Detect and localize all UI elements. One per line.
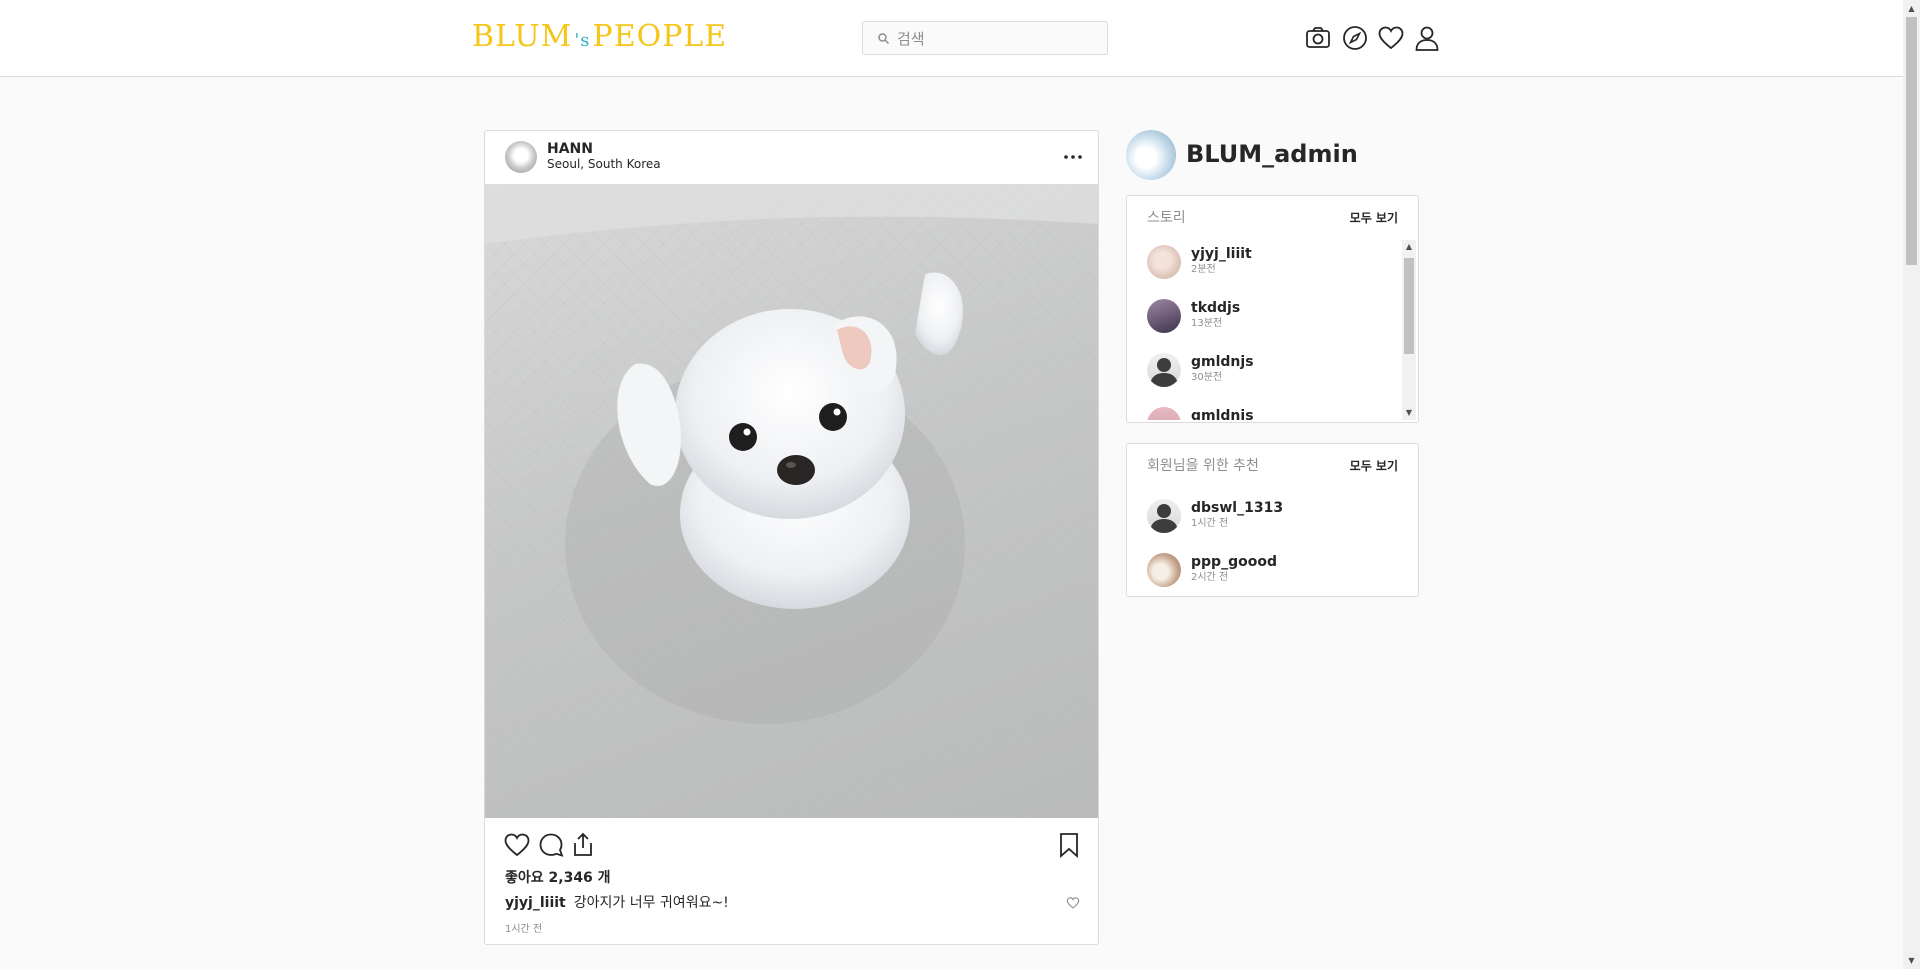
recommend-username: dbswl_1313 bbox=[1191, 500, 1284, 516]
story-avatar bbox=[1147, 299, 1181, 333]
post-author[interactable]: HANN bbox=[547, 141, 593, 157]
story-item[interactable]: yjyj_liiit 2분전 bbox=[1147, 242, 1397, 282]
recommend-username: ppp_goood bbox=[1191, 554, 1277, 570]
bookmark-icon[interactable] bbox=[1055, 831, 1083, 859]
my-avatar[interactable] bbox=[1126, 130, 1176, 180]
logo[interactable]: BLUM'sPEOPLE bbox=[472, 17, 727, 61]
story-avatar bbox=[1147, 407, 1181, 420]
post-time: 1시간 전 bbox=[505, 924, 543, 935]
story-username: tkddjs bbox=[1191, 300, 1241, 316]
story-item[interactable]: gmldnjs 30분전 bbox=[1147, 350, 1397, 390]
story-avatar bbox=[1147, 245, 1181, 279]
recommend-item[interactable]: dbswl_1313 1시간 전 bbox=[1147, 496, 1397, 536]
page-scrollbar[interactable]: ▲ ▼ bbox=[1903, 0, 1920, 969]
story-time: 2분전 bbox=[1191, 264, 1216, 275]
recommend-item[interactable]: ppp_goood 2시간 전 bbox=[1147, 550, 1397, 590]
recommend-avatar bbox=[1147, 553, 1181, 587]
heart-icon[interactable] bbox=[1377, 24, 1405, 52]
post-photo[interactable] bbox=[485, 184, 1098, 818]
post-card: HANN Seoul, South Korea 좋아요 2,346 개 yjyj… bbox=[484, 130, 1099, 945]
logo-mid: 's bbox=[574, 30, 591, 51]
story-item[interactable]: gmldnjs bbox=[1147, 404, 1397, 420]
page-scroll-thumb[interactable] bbox=[1906, 17, 1917, 265]
post-header: HANN Seoul, South Korea bbox=[485, 131, 1098, 184]
post-actions bbox=[485, 819, 1098, 869]
stories-title: 스토리 bbox=[1147, 210, 1186, 226]
user-icon[interactable] bbox=[1413, 24, 1441, 52]
stories-panel: 스토리 모두 보기 yjyj_liiit 2분전 tkddjs 13분전 gml… bbox=[1126, 195, 1419, 423]
comment-user[interactable]: yjyj_liiit bbox=[505, 895, 566, 911]
dog-illustration bbox=[485, 184, 1098, 818]
search-box bbox=[862, 21, 1108, 55]
comment-row: yjyj_liiit 강아지가 너무 귀여워요~! bbox=[505, 894, 1075, 912]
my-username[interactable]: BLUM_admin bbox=[1186, 138, 1358, 170]
story-username: yjyj_liiit bbox=[1191, 246, 1252, 262]
search-input[interactable] bbox=[895, 26, 1099, 52]
post-location[interactable]: Seoul, South Korea bbox=[547, 157, 661, 171]
recommend-see-all[interactable]: 모두 보기 bbox=[1350, 456, 1398, 476]
like-heart-icon[interactable] bbox=[503, 831, 531, 859]
story-scroll-thumb[interactable] bbox=[1404, 258, 1414, 354]
story-time: 30분전 bbox=[1191, 372, 1223, 383]
more-options-icon[interactable] bbox=[1061, 145, 1085, 169]
default-avatar-icon bbox=[1147, 353, 1181, 387]
scroll-up-arrow-icon[interactable]: ▲ bbox=[1402, 240, 1416, 254]
logo-main: BLUM bbox=[472, 19, 573, 54]
story-time: 13분전 bbox=[1191, 318, 1223, 329]
story-item[interactable]: tkddjs 13분전 bbox=[1147, 296, 1397, 336]
default-avatar-icon bbox=[1147, 499, 1181, 533]
story-list: yjyj_liiit 2분전 tkddjs 13분전 gmldnjs 30분전 … bbox=[1127, 240, 1400, 420]
recommend-title: 회원님을 위한 추천 bbox=[1147, 458, 1259, 474]
stories-see-all[interactable]: 모두 보기 bbox=[1350, 208, 1398, 228]
logo-tail: PEOPLE bbox=[592, 19, 728, 54]
comment-text: 강아지가 너무 귀여워요~! bbox=[573, 895, 729, 911]
recommend-time: 2시간 전 bbox=[1191, 572, 1229, 583]
scroll-down-arrow-icon[interactable]: ▼ bbox=[1402, 406, 1416, 420]
story-username: gmldnjs bbox=[1191, 354, 1254, 370]
recommend-panel: 회원님을 위한 추천 모두 보기 dbswl_1313 1시간 전 ppp_go… bbox=[1126, 443, 1419, 597]
story-scrollbar[interactable]: ▲ ▼ bbox=[1402, 240, 1416, 420]
comment-icon[interactable] bbox=[537, 831, 565, 859]
like-count[interactable]: 좋아요 2,346 개 bbox=[505, 869, 611, 887]
top-nav: BLUM'sPEOPLE bbox=[0, 0, 1903, 77]
story-username: gmldnjs bbox=[1191, 408, 1254, 420]
share-icon[interactable] bbox=[569, 831, 597, 859]
comment-heart-icon[interactable] bbox=[1066, 896, 1080, 910]
page-scroll-down-icon[interactable]: ▼ bbox=[1903, 952, 1920, 969]
camera-icon[interactable] bbox=[1304, 24, 1332, 52]
page-scroll-up-icon[interactable]: ▲ bbox=[1903, 0, 1920, 17]
search-icon bbox=[878, 33, 890, 45]
recommend-time: 1시간 전 bbox=[1191, 518, 1229, 529]
compass-icon[interactable] bbox=[1341, 24, 1369, 52]
author-avatar[interactable] bbox=[505, 141, 537, 173]
